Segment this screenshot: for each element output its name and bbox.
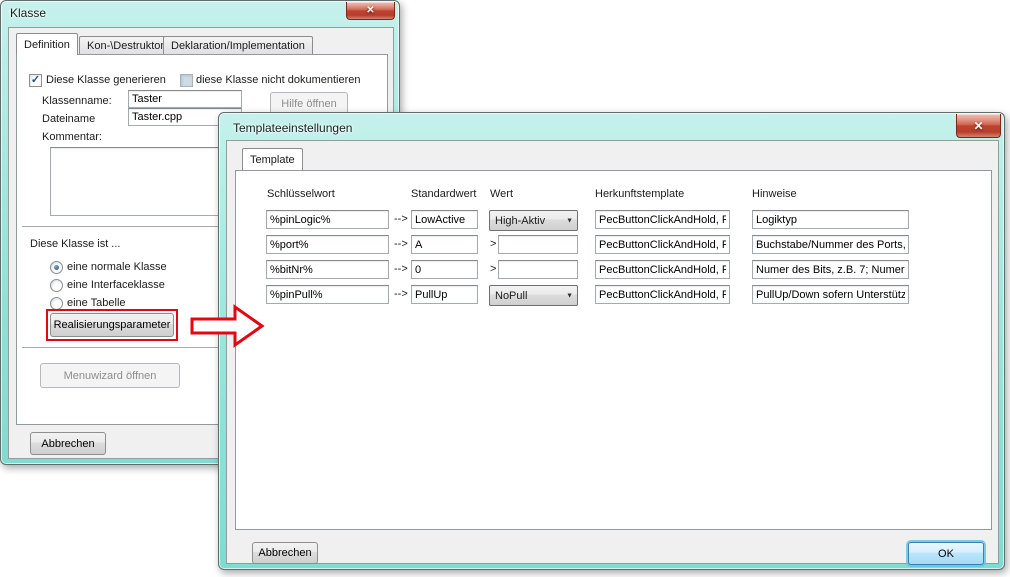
generate-class-label: Diese Klasse generieren [46, 74, 166, 86]
realisierungsparameter-button[interactable]: Realisierungsparameter [50, 313, 174, 337]
keyword-input[interactable] [266, 235, 389, 254]
hint-input[interactable] [752, 210, 909, 229]
default-value-input[interactable] [411, 285, 478, 304]
origin-template-input[interactable] [595, 235, 730, 254]
tab-template[interactable]: Template [242, 148, 303, 170]
dropdown-value: NoPull [495, 290, 527, 302]
tab-label: Template [250, 154, 295, 166]
hint-input[interactable] [752, 260, 909, 279]
wert-input[interactable] [498, 260, 578, 279]
default-value-input[interactable] [411, 210, 478, 229]
dropdown-value: High-Aktiv [495, 215, 545, 227]
maps-to-arrow: --> [394, 263, 408, 275]
tab-label: Definition [24, 39, 70, 51]
maps-to-arrow: --> [394, 288, 408, 300]
radio-normale-klasse[interactable] [50, 261, 63, 274]
keyword-input[interactable] [266, 210, 389, 229]
chevron-down-icon: ▼ [566, 217, 573, 224]
template-dialog-title: Templateeinstellungen [233, 121, 352, 135]
wert-input[interactable] [498, 235, 578, 254]
chevron-down-icon: ▼ [566, 292, 573, 299]
radio-normale-klasse-label: eine normale Klasse [67, 261, 167, 273]
template-dialog-window: Templateeinstellungen ✕ Template Schlüss… [218, 112, 1005, 570]
wert-dropdown[interactable]: NoPull ▼ [489, 285, 578, 306]
maps-to-arrow: --> [394, 238, 408, 250]
klassenname-input[interactable] [128, 90, 242, 108]
column-header-schluesselwort: Schlüsselwort [267, 188, 335, 200]
menuwizard-button[interactable]: Menuwizard öffnen [40, 363, 180, 388]
check-icon: ✓ [31, 75, 40, 86]
keyword-input[interactable] [266, 260, 389, 279]
tab-label: Deklaration/Implementation [171, 40, 305, 52]
column-header-standardwert: Standardwert [411, 188, 476, 200]
hint-input[interactable] [752, 235, 909, 254]
default-value-input[interactable] [411, 235, 478, 254]
default-value-input[interactable] [411, 260, 478, 279]
column-header-wert: Wert [490, 188, 513, 200]
red-arrow-icon [186, 302, 270, 354]
diese-klasse-ist-label: Diese Klasse ist ... [30, 238, 120, 250]
radio-interfaceklasse[interactable] [50, 279, 63, 292]
no-doc-checkbox[interactable] [180, 74, 193, 87]
wert-dropdown[interactable]: High-Aktiv ▼ [489, 210, 578, 231]
origin-template-input[interactable] [595, 260, 730, 279]
klassenname-label: Klassenname: [42, 95, 112, 107]
tab-kon-destruktor[interactable]: Kon-\Destruktor [79, 36, 172, 55]
klasse-dialog-title: Klasse [10, 6, 46, 20]
origin-template-input[interactable] [595, 285, 730, 304]
tab-label: Kon-\Destruktor [87, 40, 164, 52]
generate-class-checkbox[interactable]: ✓ [29, 74, 42, 87]
radio-interfaceklasse-label: eine Interfaceklasse [67, 279, 165, 291]
origin-template-input[interactable] [595, 210, 730, 229]
close-icon: ✕ [973, 119, 983, 133]
radio-tabelle-label: eine Tabelle [67, 297, 126, 309]
close-icon: ✕ [366, 5, 374, 16]
gt-label: > [490, 263, 496, 275]
column-header-herkunftstemplate: Herkunftstemplate [595, 188, 684, 200]
abbrechen-button[interactable]: Abbrechen [252, 542, 318, 564]
maps-to-arrow: --> [394, 213, 408, 225]
gt-label: > [490, 238, 496, 250]
template-dialog-body: Template Schlüsselwort Standardwert Wert… [226, 140, 999, 564]
close-button[interactable]: ✕ [956, 114, 1001, 138]
kommentar-label: Kommentar: [42, 131, 102, 143]
hint-input[interactable] [752, 285, 909, 304]
tab-definition[interactable]: Definition [16, 33, 78, 55]
close-button[interactable]: ✕ [346, 2, 395, 20]
column-header-hinweise: Hinweise [752, 188, 797, 200]
ok-button[interactable]: OK [908, 542, 984, 565]
tab-deklaration-implementation[interactable]: Deklaration/Implementation [163, 36, 313, 55]
dateiname-label: Dateiname [42, 113, 95, 125]
keyword-input[interactable] [266, 285, 389, 304]
no-doc-label: diese Klasse nicht dokumentieren [196, 74, 360, 86]
abbrechen-button[interactable]: Abbrechen [30, 432, 106, 455]
